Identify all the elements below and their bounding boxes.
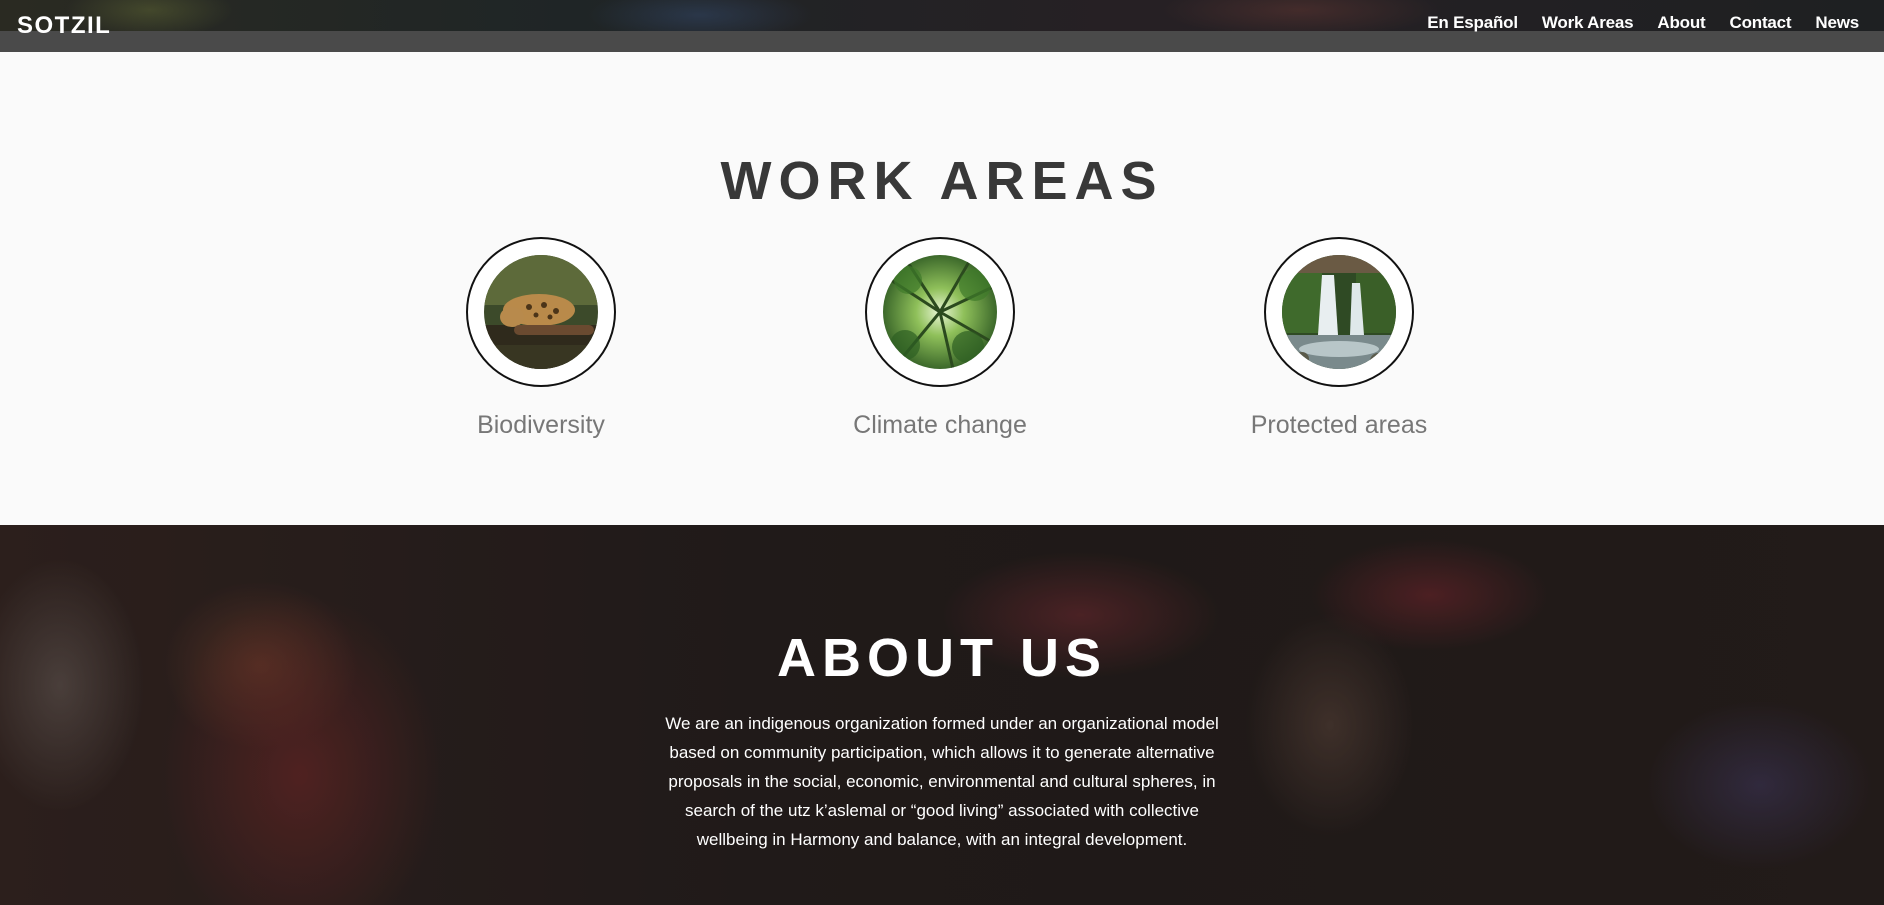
about-title: ABOUT US bbox=[777, 628, 1107, 688]
work-areas-title: WORK AREAS bbox=[720, 151, 1164, 211]
main-nav: En Español Work Areas About Contact News bbox=[1427, 13, 1859, 33]
work-area-protected-areas[interactable]: Protected areas bbox=[1189, 237, 1489, 440]
work-area-biodiversity[interactable]: Biodiversity bbox=[391, 237, 691, 440]
nav-link-contact[interactable]: Contact bbox=[1730, 13, 1792, 33]
nav-link-espanol[interactable]: En Español bbox=[1427, 13, 1518, 33]
work-area-climate-change[interactable]: Climate change bbox=[790, 237, 1090, 440]
image-ring[interactable] bbox=[466, 237, 616, 387]
jaguar-photo bbox=[484, 255, 598, 369]
site-logo[interactable]: SOTZIL bbox=[17, 12, 111, 40]
work-area-label[interactable]: Climate change bbox=[790, 411, 1090, 440]
about-text: We are an indigenous organization formed… bbox=[665, 714, 1219, 849]
forest-canopy-photo bbox=[883, 255, 997, 369]
image-ring[interactable] bbox=[865, 237, 1015, 387]
work-area-label[interactable]: Protected areas bbox=[1189, 411, 1489, 440]
nav-link-news[interactable]: News bbox=[1815, 13, 1859, 33]
nav-link-work-areas[interactable]: Work Areas bbox=[1542, 13, 1634, 33]
header-strip bbox=[0, 31, 1884, 52]
image-ring[interactable] bbox=[1264, 237, 1414, 387]
work-areas-section: WORK AREAS Biodiversity Climate change P… bbox=[0, 52, 1884, 525]
work-area-label[interactable]: Biodiversity bbox=[391, 411, 691, 440]
waterfall-photo bbox=[1282, 255, 1396, 369]
top-navigation-bar: SOTZIL En Español Work Areas About Conta… bbox=[0, 0, 1884, 52]
about-section: ABOUT US We are an indigenous organizati… bbox=[0, 525, 1884, 905]
nav-link-about[interactable]: About bbox=[1657, 13, 1705, 33]
